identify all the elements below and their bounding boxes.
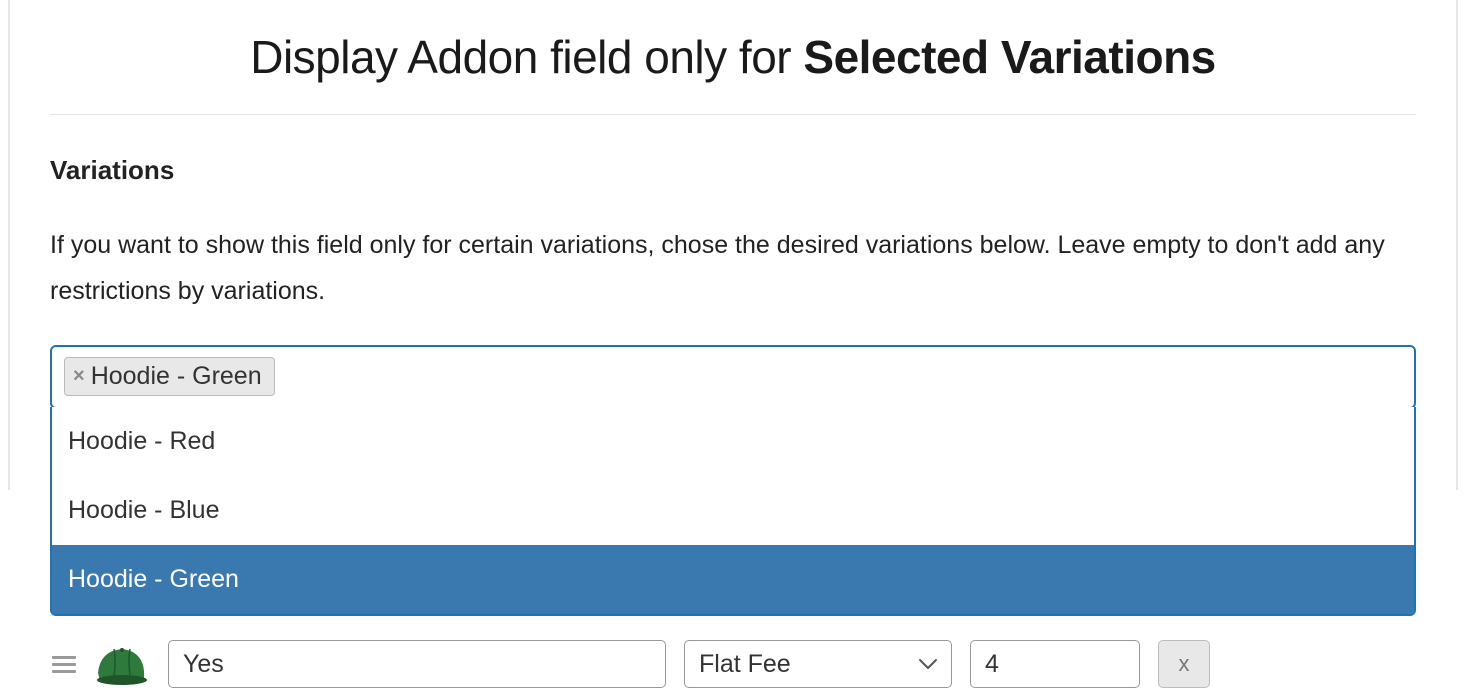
content-area: Display Addon field only for Selected Va…	[0, 0, 1466, 409]
panel-border-right	[1456, 0, 1458, 490]
amount-input[interactable]	[970, 640, 1140, 688]
product-thumbnail	[96, 643, 150, 685]
panel-border-left	[8, 0, 10, 490]
fee-type-wrapper	[684, 640, 952, 688]
dropdown-option-blue[interactable]: Hoodie - Blue	[52, 476, 1414, 545]
variations-multiselect[interactable]: × Hoodie - Green	[50, 345, 1416, 409]
cap-icon	[96, 643, 150, 685]
selected-variation-tag: × Hoodie - Green	[64, 357, 275, 396]
remove-tag-icon[interactable]: ×	[73, 366, 85, 386]
fee-type-select[interactable]	[684, 640, 952, 688]
page-title: Display Addon field only for Selected Va…	[50, 30, 1416, 84]
dropdown-option-green[interactable]: Hoodie - Green	[52, 545, 1414, 614]
page-title-strong: Selected Variations	[803, 31, 1215, 83]
dropdown-option-red[interactable]: Hoodie - Red	[52, 407, 1414, 476]
drag-handle-icon[interactable]	[50, 656, 78, 673]
divider	[50, 114, 1416, 115]
remove-row-button[interactable]: x	[1158, 640, 1210, 688]
page-title-prefix: Display Addon field only for	[250, 31, 803, 83]
variations-dropdown: Hoodie - Red Hoodie - Blue Hoodie - Gree…	[50, 407, 1416, 616]
variations-multiselect-wrapper: × Hoodie - Green Hoodie - Red Hoodie - B…	[50, 345, 1416, 409]
variations-label: Variations	[50, 155, 1416, 186]
variations-description: If you want to show this field only for …	[50, 222, 1416, 315]
option-label-input[interactable]	[168, 640, 666, 688]
addon-row: x	[50, 630, 1456, 698]
selected-variation-label: Hoodie - Green	[91, 362, 262, 391]
